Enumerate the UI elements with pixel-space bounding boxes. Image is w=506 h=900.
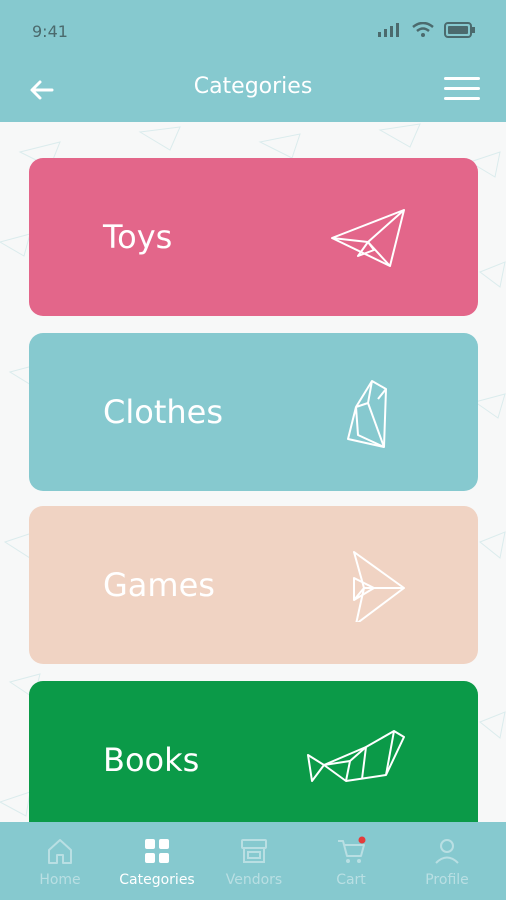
cart-icon [338, 836, 366, 863]
tab-profile[interactable]: Profile [399, 836, 495, 888]
nav-bar: Categories [0, 64, 506, 122]
category-card-books[interactable]: Books [29, 681, 478, 839]
origami-whale-icon [307, 730, 405, 782]
store-icon [241, 839, 267, 863]
category-label: Clothes [103, 393, 223, 431]
category-card-toys[interactable]: Toys [29, 158, 478, 316]
cart-badge-dot [358, 836, 366, 844]
tab-label: Home [39, 872, 81, 888]
profile-icon [435, 839, 459, 864]
status-icons [378, 22, 476, 38]
tab-label: Cart [336, 872, 366, 888]
category-card-clothes[interactable]: Clothes [29, 333, 478, 491]
category-card-games[interactable]: Games [29, 506, 478, 664]
app-header: 9:41 Categories [0, 0, 506, 122]
battery-icon [444, 22, 475, 38]
paper-plane-icon [331, 209, 405, 267]
tab-vendors[interactable]: Vendors [206, 836, 302, 888]
status-bar: 9:41 [0, 0, 506, 64]
tab-cart[interactable]: Cart [303, 836, 399, 888]
hamburger-menu-icon[interactable] [444, 74, 480, 104]
grid-icon [145, 839, 169, 863]
tab-label: Vendors [225, 872, 283, 888]
signal-icon [378, 23, 399, 37]
tab-home[interactable]: Home [12, 836, 108, 888]
category-label: Games [103, 566, 215, 604]
tab-label: Categories [119, 872, 195, 888]
category-label: Toys [103, 218, 173, 256]
category-label: Books [103, 741, 200, 779]
wifi-icon [412, 22, 434, 37]
status-time: 9:41 [32, 22, 68, 41]
origami-penguin-icon [347, 380, 387, 448]
tab-categories[interactable]: Categories [109, 836, 205, 888]
page-title: Categories [193, 74, 313, 99]
origami-fish-icon [353, 551, 405, 622]
home-icon [48, 839, 72, 864]
tab-label: Profile [425, 872, 469, 888]
bottom-nav: Home Categories Vendors Cart Profile [0, 822, 506, 900]
